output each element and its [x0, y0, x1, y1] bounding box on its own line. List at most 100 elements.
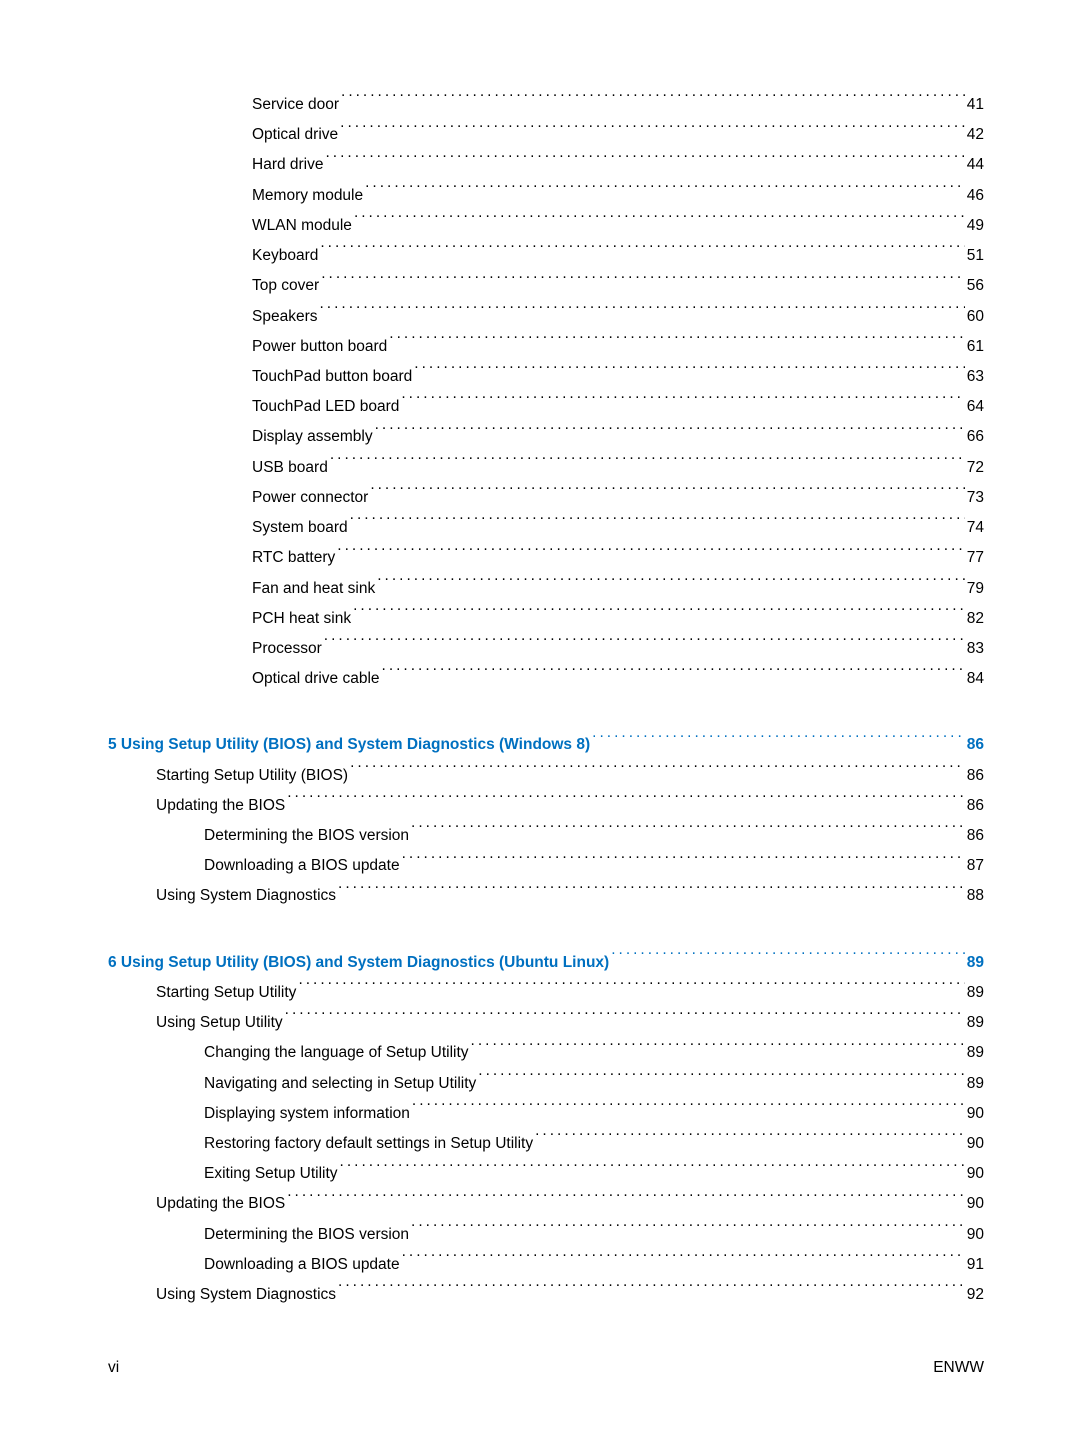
- toc-entry: Speakers 60: [108, 302, 984, 332]
- toc-page: 90: [967, 1129, 984, 1159]
- toc-leader: [340, 124, 965, 140]
- toc-leader: [350, 764, 965, 780]
- toc-label: Processor: [252, 634, 322, 664]
- toc-label: Optical drive cable: [252, 664, 380, 694]
- toc-entry: Displaying system information90: [108, 1099, 984, 1129]
- toc-leader: [287, 1193, 965, 1209]
- toc-label: Keyboard: [252, 241, 318, 271]
- toc-entry: TouchPad LED board64: [108, 392, 984, 422]
- toc-page: 66: [967, 422, 984, 452]
- toc-page: 77: [967, 543, 984, 573]
- toc-page: 87: [967, 851, 984, 881]
- toc-page: 84: [967, 664, 984, 694]
- toc-label: RTC battery: [252, 543, 335, 573]
- toc-entry: Starting Setup Utility (BIOS) 86: [108, 761, 984, 791]
- toc-label: Restoring factory default settings in Se…: [204, 1129, 533, 1159]
- toc-entry: Starting Setup Utility89: [108, 978, 984, 1008]
- toc-label: TouchPad LED board: [252, 392, 399, 422]
- toc-label: Using System Diagnostics: [156, 1280, 336, 1310]
- toc-page: 51: [967, 241, 984, 271]
- toc-entry: Updating the BIOS86: [108, 791, 984, 821]
- toc-label: USB board: [252, 453, 328, 483]
- toc-entry: Memory module 46: [108, 181, 984, 211]
- toc-page: 82: [967, 604, 984, 634]
- toc-page: 60: [967, 302, 984, 332]
- toc-label: Downloading a BIOS update: [204, 851, 400, 881]
- toc-page: 89: [967, 948, 984, 978]
- toc-label: Display assembly: [252, 422, 373, 452]
- toc-leader: [326, 154, 965, 170]
- toc-leader: [321, 275, 965, 291]
- toc-entry: TouchPad button board63: [108, 362, 984, 392]
- toc-leader: [411, 1223, 965, 1239]
- toc-entry: Determining the BIOS version90: [108, 1220, 984, 1250]
- toc-page: 90: [967, 1220, 984, 1250]
- toc-chapter: 5 Using Setup Utility (BIOS) and System …: [108, 730, 984, 760]
- toc-page: 89: [967, 1038, 984, 1068]
- toc-label: Power button board: [252, 332, 387, 362]
- toc-label: Optical drive: [252, 120, 338, 150]
- toc-page: 88: [967, 881, 984, 911]
- toc-page: 73: [967, 483, 984, 513]
- toc-label: WLAN module: [252, 211, 352, 241]
- toc-page: 46: [967, 181, 984, 211]
- toc-label: TouchPad button board: [252, 362, 412, 392]
- toc-leader: [298, 981, 964, 997]
- toc-page: 90: [967, 1189, 984, 1219]
- toc-leader: [414, 365, 964, 381]
- toc-entry: Downloading a BIOS update 87: [108, 851, 984, 881]
- toc-label: Top cover: [252, 271, 319, 301]
- toc-leader: [330, 456, 965, 472]
- toc-entry: Changing the language of Setup Utility89: [108, 1038, 984, 1068]
- toc-label: Updating the BIOS: [156, 791, 285, 821]
- toc-label: Determining the BIOS version: [204, 821, 409, 851]
- toc-entry: Using Setup Utility89: [108, 1008, 984, 1038]
- toc-entry: Determining the BIOS version86: [108, 821, 984, 851]
- footer-page-number: vi: [108, 1359, 119, 1377]
- toc-leader: [592, 734, 965, 750]
- toc-page: 91: [967, 1250, 984, 1280]
- toc-entry: WLAN module49: [108, 211, 984, 241]
- toc-page: 56: [967, 271, 984, 301]
- toc-leader: [320, 245, 964, 261]
- toc-page: 61: [967, 332, 984, 362]
- toc-entry: Power connector73: [108, 483, 984, 513]
- toc-entry: Exiting Setup Utility90: [108, 1159, 984, 1189]
- toc-page: 92: [967, 1280, 984, 1310]
- page-footer: vi ENWW: [108, 1359, 984, 1377]
- toc-leader: [319, 305, 964, 321]
- toc-leader: [535, 1133, 965, 1149]
- toc-label: Starting Setup Utility (BIOS): [156, 761, 348, 791]
- toc-entry: Optical drive 42: [108, 120, 984, 150]
- toc-entry: Fan and heat sink79: [108, 574, 984, 604]
- toc-leader: [471, 1042, 965, 1058]
- toc-entry: PCH heat sink82: [108, 604, 984, 634]
- toc-page: 86: [967, 730, 984, 760]
- toc-page: 74: [967, 513, 984, 543]
- toc-page: 83: [967, 634, 984, 664]
- toc-label: Service door: [252, 90, 339, 120]
- toc-entry: Navigating and selecting in Setup Utilit…: [108, 1069, 984, 1099]
- toc-page: 42: [967, 120, 984, 150]
- toc-label: Exiting Setup Utility: [204, 1159, 338, 1189]
- toc-entry: RTC battery 77: [108, 543, 984, 573]
- toc-entry: Display assembly 66: [108, 422, 984, 452]
- toc-entry: Using System Diagnostics 92: [108, 1280, 984, 1310]
- toc-leader: [287, 794, 965, 810]
- toc-leader: [375, 426, 965, 442]
- toc-entry: Top cover 56: [108, 271, 984, 301]
- toc-leader: [338, 1284, 965, 1300]
- toc-label: Downloading a BIOS update: [204, 1250, 400, 1280]
- toc-page: 86: [967, 761, 984, 791]
- toc-label: Memory module: [252, 181, 363, 211]
- toc-entry: Restoring factory default settings in Se…: [108, 1129, 984, 1159]
- toc-page: 44: [967, 150, 984, 180]
- toc-page: 89: [967, 978, 984, 1008]
- toc-leader: [412, 1102, 965, 1118]
- toc-entry: Keyboard 51: [108, 241, 984, 271]
- toc-label: Speakers: [252, 302, 317, 332]
- toc-entry: Optical drive cable 84: [108, 664, 984, 694]
- toc-label: Navigating and selecting in Setup Utilit…: [204, 1069, 476, 1099]
- toc-leader: [389, 335, 964, 351]
- toc-page: 72: [967, 453, 984, 483]
